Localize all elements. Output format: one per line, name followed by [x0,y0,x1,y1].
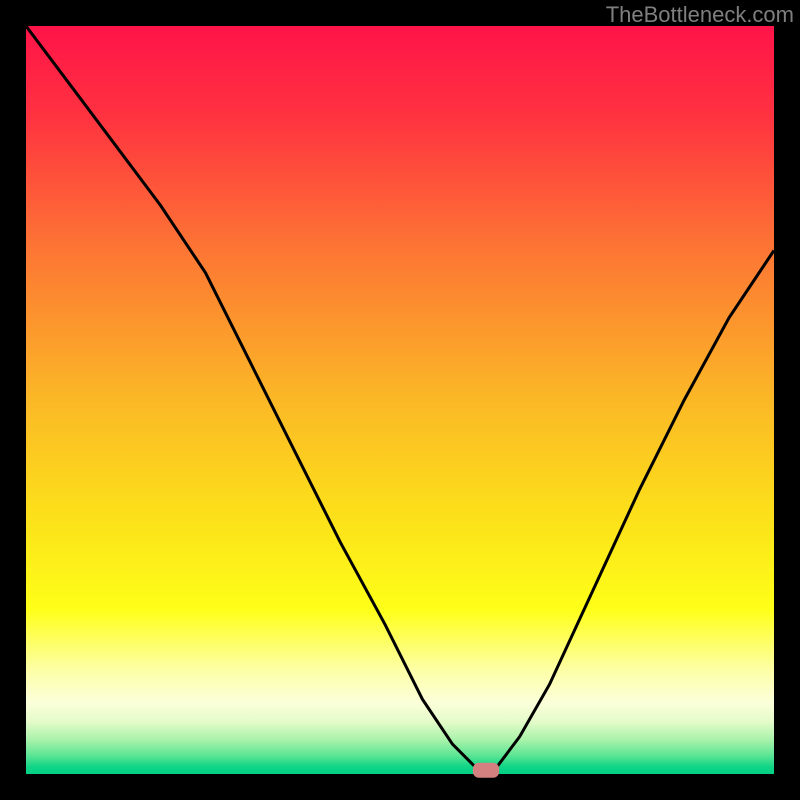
source-label: TheBottleneck.com [606,2,794,28]
chart-container: TheBottleneck.com [0,0,800,800]
target-marker [473,763,499,778]
plot-background [26,26,774,774]
bottleneck-chart [0,0,800,800]
